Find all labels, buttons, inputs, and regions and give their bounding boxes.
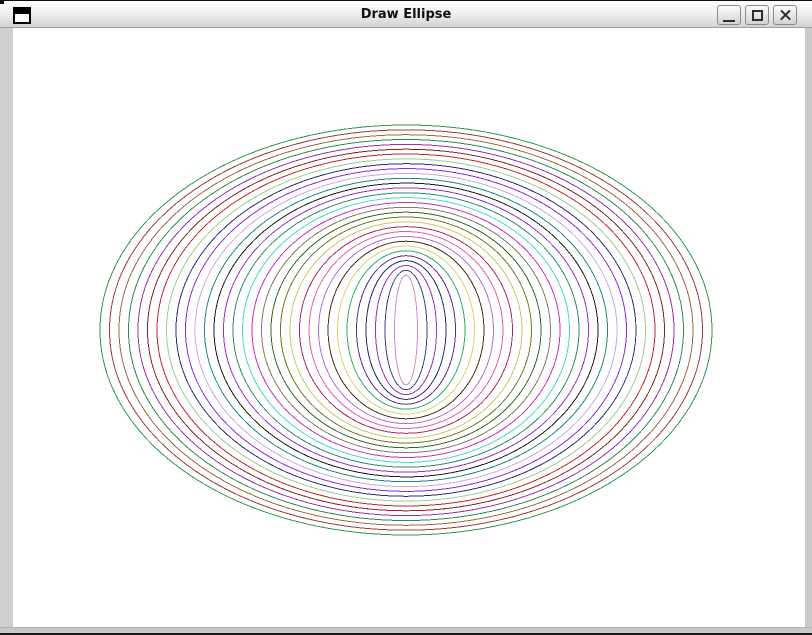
minimize-button[interactable] (717, 5, 741, 25)
ellipse-ring (385, 270, 427, 389)
app-window: Draw Ellipse (0, 0, 812, 635)
maximize-icon (752, 10, 763, 21)
ellipse-ring (148, 149, 665, 511)
close-icon (779, 9, 792, 22)
ellipse-ring (338, 246, 475, 414)
ellipse-ring (176, 164, 636, 497)
ellipse-ring (205, 178, 608, 481)
ellipse-ring (224, 188, 589, 472)
window-border-left[interactable] (0, 28, 13, 627)
ellipse-ring (290, 222, 522, 438)
titlebar-buttons (717, 5, 797, 25)
window-border-right[interactable] (805, 28, 812, 627)
ellipse-ring (167, 159, 646, 501)
ellipse-ring (138, 144, 674, 515)
ellipse-ring (366, 261, 446, 400)
window-title: Draw Ellipse (0, 1, 812, 28)
minimize-icon (723, 20, 735, 22)
ellipse-ring (100, 125, 712, 535)
ellipse-ring (300, 227, 513, 434)
ellipse-ring (328, 241, 484, 419)
ellipse-ring (243, 198, 570, 463)
ellipse-ring (262, 207, 551, 452)
window-titlebar[interactable]: Draw Ellipse (0, 0, 812, 28)
ellipse-ring (395, 275, 418, 385)
ellipse-ring (129, 140, 684, 521)
ellipses-svg (13, 28, 805, 627)
ellipse-ring (233, 193, 579, 467)
maximize-button[interactable] (745, 5, 769, 25)
ellipse-ring (271, 212, 541, 448)
ellipse-ring (357, 256, 456, 405)
drawing-canvas (13, 28, 805, 627)
ellipse-ring (319, 236, 494, 423)
ellipse-ring (110, 130, 703, 530)
ellipse-ring (195, 173, 617, 486)
close-button[interactable] (773, 5, 797, 25)
